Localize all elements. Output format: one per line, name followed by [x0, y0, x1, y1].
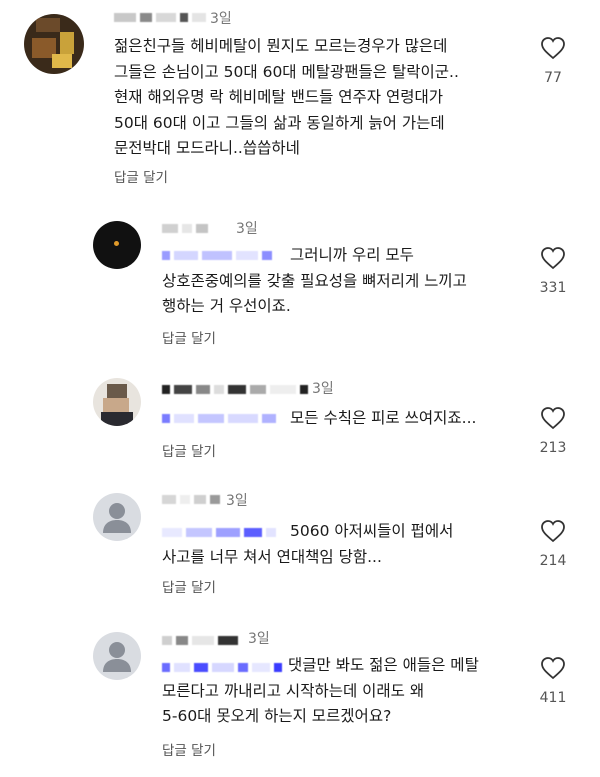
comment-timestamp: 3일: [210, 11, 232, 27]
reply-button[interactable]: 답글 달기: [162, 739, 216, 759]
like-count: 331: [539, 280, 567, 296]
reply-button[interactable]: 답글 달기: [162, 327, 216, 347]
reply-button[interactable]: 답글 달기: [162, 576, 216, 596]
like-count: 214: [539, 553, 567, 569]
avatar-pixel: [101, 412, 133, 426]
reply-item: 3일 5060 아저씨들이 펍에서 사고를 너무 쳐서 연대책임 당함... 답…: [0, 482, 600, 602]
reply-item: 3일 댓글만 봐도 젊은 애들은 메탈 모른다고 까내리고 시작하는데 이래도 …: [0, 622, 600, 777]
comment-item: 3일 젊은친구들 헤비메탈이 뭔지도 모르는경우가 많은데 그들은 손님이고 5…: [0, 0, 600, 200]
heart-outline-icon: [541, 37, 565, 60]
avatar[interactable]: [93, 493, 141, 541]
heart-outline-icon: [541, 657, 565, 680]
avatar-pixel: [107, 384, 127, 398]
like-button[interactable]: 213: [533, 406, 573, 456]
like-button[interactable]: 331: [533, 246, 573, 296]
comment-timestamp: 3일: [236, 221, 258, 237]
avatar[interactable]: [93, 632, 141, 680]
comment-text: 5060 아저씨들이 펍에서 사고를 너무 쳐서 연대책임 당함...: [162, 522, 454, 566]
avatar[interactable]: [93, 378, 141, 426]
avatar-pixel: [52, 54, 72, 68]
username-blurred[interactable]: [114, 9, 210, 25]
like-button[interactable]: 214: [533, 519, 573, 569]
reply-button[interactable]: 답글 달기: [162, 440, 216, 460]
like-count: 77: [544, 70, 562, 86]
avatar[interactable]: [24, 14, 84, 74]
like-button[interactable]: 411: [533, 656, 573, 706]
like-button[interactable]: 77: [533, 36, 573, 86]
like-count: 411: [539, 690, 567, 706]
avatar[interactable]: [93, 221, 141, 269]
comment-timestamp: 3일: [226, 493, 248, 509]
comment-text: 댓글만 봐도 젊은 애들은 메탈 모른다고 까내리고 시작하는데 이래도 왜 5…: [162, 656, 479, 725]
mention-tag-blurred[interactable]: [162, 410, 280, 426]
username-blurred[interactable]: [162, 220, 212, 236]
person-placeholder-icon: [103, 503, 131, 533]
comment-timestamp: 3일: [312, 381, 334, 397]
comment-text: 젊은친구들 헤비메탈이 뭔지도 모르는경우가 많은데 그들은 손님이고 50대 …: [114, 37, 459, 157]
avatar-dot: [114, 241, 119, 246]
comment-text: 그러니까 우리 모두 상호존중예의를 갖출 필요성을 뼈저리게 느끼고 행하는 …: [162, 246, 467, 315]
avatar-pixel: [36, 18, 60, 32]
reply-button[interactable]: 답글 달기: [114, 166, 168, 186]
username-blurred[interactable]: [162, 632, 242, 648]
username-blurred[interactable]: [162, 491, 224, 507]
reply-item: 3일 그러니까 우리 모두 상호존중예의를 갖출 필요성을 뼈저리게 느끼고 행…: [0, 210, 600, 360]
like-count: 213: [539, 440, 567, 456]
comment-timestamp: 3일: [248, 631, 270, 647]
reply-item: 3일 모든 수칙은 피로 쓰여지죠... 답글 달기 213: [0, 370, 600, 475]
heart-outline-icon: [541, 247, 565, 270]
person-placeholder-icon: [103, 642, 131, 672]
heart-outline-icon: [541, 520, 565, 543]
heart-outline-icon: [541, 407, 565, 430]
avatar-pixel: [60, 32, 74, 54]
comment-text: 모든 수칙은 피로 쓰여지죠...: [290, 409, 477, 427]
username-blurred[interactable]: [162, 381, 312, 397]
